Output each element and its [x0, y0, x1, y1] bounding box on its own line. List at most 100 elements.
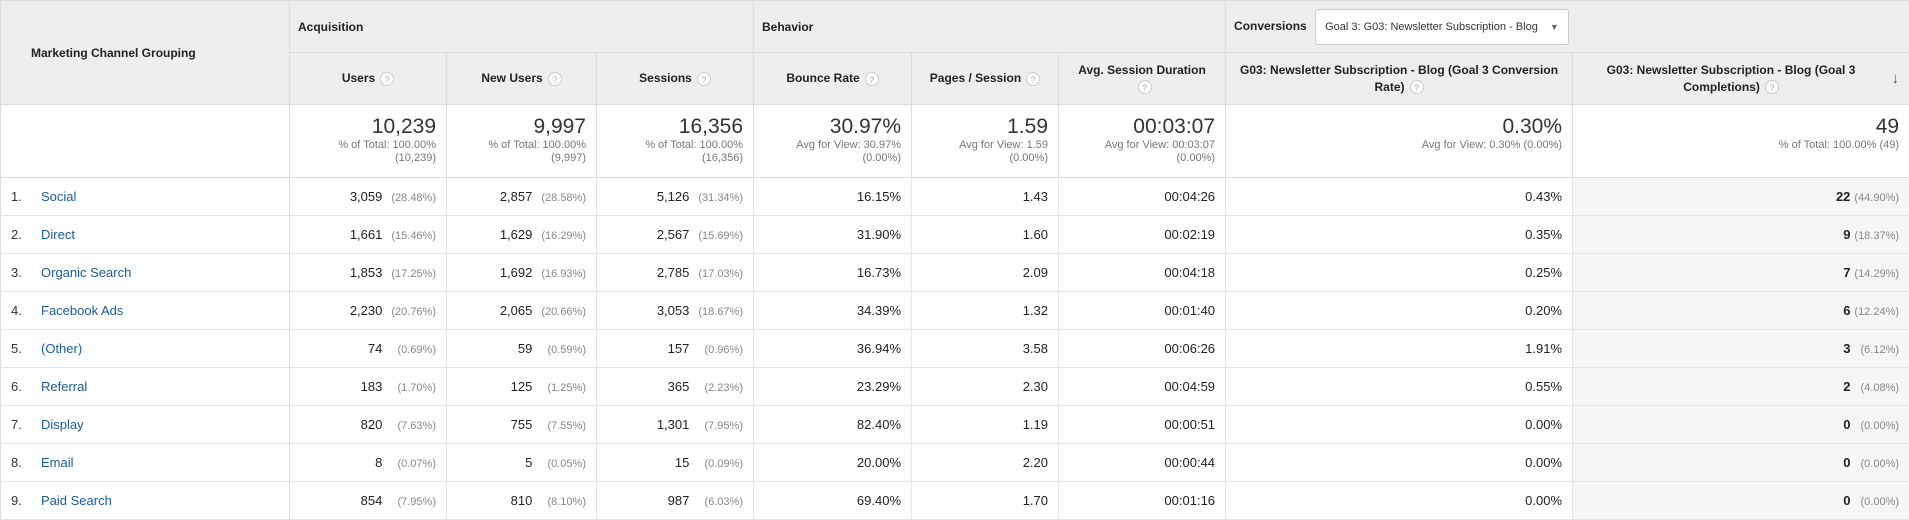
help-icon[interactable]: ? — [1138, 80, 1152, 94]
bounce-rate-cell: 20.00% — [754, 444, 912, 482]
completions-cell: 0 (0.00%) — [1573, 444, 1909, 482]
col-goal-conversion-rate[interactable]: G03: Newsletter Subscription - Blog (Goa… — [1226, 53, 1573, 105]
goal-select[interactable]: Goal 3: G03: Newsletter Subscription - B… — [1315, 9, 1569, 45]
new-users-percent: (1.25%) — [536, 382, 586, 394]
new-users-percent: (8.10%) — [536, 496, 586, 508]
help-icon[interactable]: ? — [1026, 72, 1040, 86]
new-users-cell: 1,629 (16.29%) — [447, 216, 597, 254]
channel-link[interactable]: Paid Search — [41, 493, 112, 508]
sessions-percent: (17.03%) — [693, 268, 743, 280]
channel-link[interactable]: Email — [41, 455, 74, 470]
totals-label — [1, 105, 290, 178]
sessions-cell: 365 (2.23%) — [597, 368, 754, 406]
users-percent: (7.95%) — [386, 496, 436, 508]
new-users-percent: (16.29%) — [536, 230, 586, 242]
col-bounce-rate[interactable]: Bounce Rate? — [754, 53, 912, 105]
help-icon[interactable]: ? — [380, 72, 394, 86]
col-users[interactable]: Users? — [290, 53, 447, 105]
users-percent: (28.48%) — [386, 192, 436, 204]
completions-value: 0 — [1843, 493, 1850, 508]
channel-link[interactable]: (Other) — [41, 341, 82, 356]
pages-session-cell: 1.60 — [912, 216, 1059, 254]
new-users-value: 125 — [511, 379, 533, 394]
channel-link[interactable]: Display — [41, 417, 84, 432]
completions-percent: (44.90%) — [1854, 192, 1899, 204]
new-users-percent: (20.66%) — [536, 306, 586, 318]
sessions-percent: (2.23%) — [693, 382, 743, 394]
completions-value: 6 — [1843, 303, 1850, 318]
conversions-group-header: Conversions Goal 3: G03: Newsletter Subs… — [1226, 1, 1909, 53]
col-goal-completions[interactable]: G03: Newsletter Subscription - Blog (Goa… — [1573, 53, 1909, 105]
channel-cell: 2.Direct — [1, 216, 290, 254]
new-users-value: 5 — [525, 455, 532, 470]
row-index: 7. — [11, 417, 41, 432]
users-cell: 3,059 (28.48%) — [290, 178, 447, 216]
channel-cell: 5.(Other) — [1, 330, 290, 368]
conversion-rate-cell: 0.00% — [1226, 406, 1573, 444]
new-users-value: 1,692 — [500, 265, 533, 280]
col-pages-session[interactable]: Pages / Session? — [912, 53, 1059, 105]
new-users-percent: (7.55%) — [536, 420, 586, 432]
channel-link[interactable]: Organic Search — [41, 265, 131, 280]
row-index: 4. — [11, 303, 41, 318]
col-new-users[interactable]: New Users? — [447, 53, 597, 105]
bounce-rate-cell: 34.39% — [754, 292, 912, 330]
avg-duration-cell: 00:00:51 — [1059, 406, 1226, 444]
help-icon[interactable]: ? — [697, 72, 711, 86]
table-row: 3.Organic Search 1,853 (17.25%) 1,692 (1… — [1, 254, 1909, 292]
dimension-header[interactable]: Marketing Channel Grouping — [1, 1, 290, 105]
help-icon[interactable]: ? — [1410, 80, 1424, 94]
row-index: 3. — [11, 265, 41, 280]
pages-session-cell: 1.32 — [912, 292, 1059, 330]
users-cell: 1,853 (17.25%) — [290, 254, 447, 292]
sessions-cell: 2,785 (17.03%) — [597, 254, 754, 292]
new-users-cell: 755 (7.55%) — [447, 406, 597, 444]
users-cell: 820 (7.63%) — [290, 406, 447, 444]
help-icon[interactable]: ? — [865, 72, 879, 86]
total-new-users: 9,997% of Total: 100.00%(9,997) — [447, 105, 597, 178]
new-users-value: 1,629 — [500, 227, 533, 242]
sessions-cell: 3,053 (18.67%) — [597, 292, 754, 330]
channel-link[interactable]: Direct — [41, 227, 75, 242]
channel-link[interactable]: Social — [41, 189, 76, 204]
sessions-value: 2,785 — [657, 265, 690, 280]
pages-session-cell: 2.09 — [912, 254, 1059, 292]
col-sessions[interactable]: Sessions? — [597, 53, 754, 105]
users-percent: (0.07%) — [386, 458, 436, 470]
sessions-value: 1,301 — [657, 417, 690, 432]
avg-duration-cell: 00:04:59 — [1059, 368, 1226, 406]
table-row: 2.Direct 1,661 (15.46%) 1,629 (16.29%) 2… — [1, 216, 1909, 254]
channel-cell: 7.Display — [1, 406, 290, 444]
completions-cell: 3 (6.12%) — [1573, 330, 1909, 368]
users-cell: 854 (7.95%) — [290, 482, 447, 520]
row-index: 5. — [11, 341, 41, 356]
channel-cell: 3.Organic Search — [1, 254, 290, 292]
completions-value: 0 — [1843, 455, 1850, 470]
pages-session-cell: 1.19 — [912, 406, 1059, 444]
users-value: 8 — [375, 455, 382, 470]
users-cell: 74 (0.69%) — [290, 330, 447, 368]
channel-link[interactable]: Referral — [41, 379, 87, 394]
completions-cell: 22 (44.90%) — [1573, 178, 1909, 216]
col-avg-session-duration[interactable]: Avg. Session Duration? — [1059, 53, 1226, 105]
sessions-cell: 2,567 (15.69%) — [597, 216, 754, 254]
new-users-value: 2,065 — [500, 303, 533, 318]
sort-descending-icon[interactable]: ↓ — [1892, 70, 1900, 87]
users-value: 3,059 — [350, 189, 383, 204]
channel-link[interactable]: Facebook Ads — [41, 303, 123, 318]
table-row: 6.Referral 183 (1.70%) 125 (1.25%) 365 (… — [1, 368, 1909, 406]
conversion-rate-cell: 0.00% — [1226, 482, 1573, 520]
sessions-cell: 157 (0.96%) — [597, 330, 754, 368]
total-users: 10,239% of Total: 100.00%(10,239) — [290, 105, 447, 178]
bounce-rate-cell: 16.15% — [754, 178, 912, 216]
new-users-percent: (28.58%) — [536, 192, 586, 204]
sessions-percent: (7.95%) — [693, 420, 743, 432]
new-users-cell: 125 (1.25%) — [447, 368, 597, 406]
table-row: 9.Paid Search 854 (7.95%) 810 (8.10%) 98… — [1, 482, 1909, 520]
completions-percent: (18.37%) — [1854, 230, 1899, 242]
help-icon[interactable]: ? — [548, 72, 562, 86]
conversion-rate-cell: 0.25% — [1226, 254, 1573, 292]
bounce-rate-cell: 16.73% — [754, 254, 912, 292]
new-users-value: 755 — [511, 417, 533, 432]
help-icon[interactable]: ? — [1765, 80, 1779, 94]
